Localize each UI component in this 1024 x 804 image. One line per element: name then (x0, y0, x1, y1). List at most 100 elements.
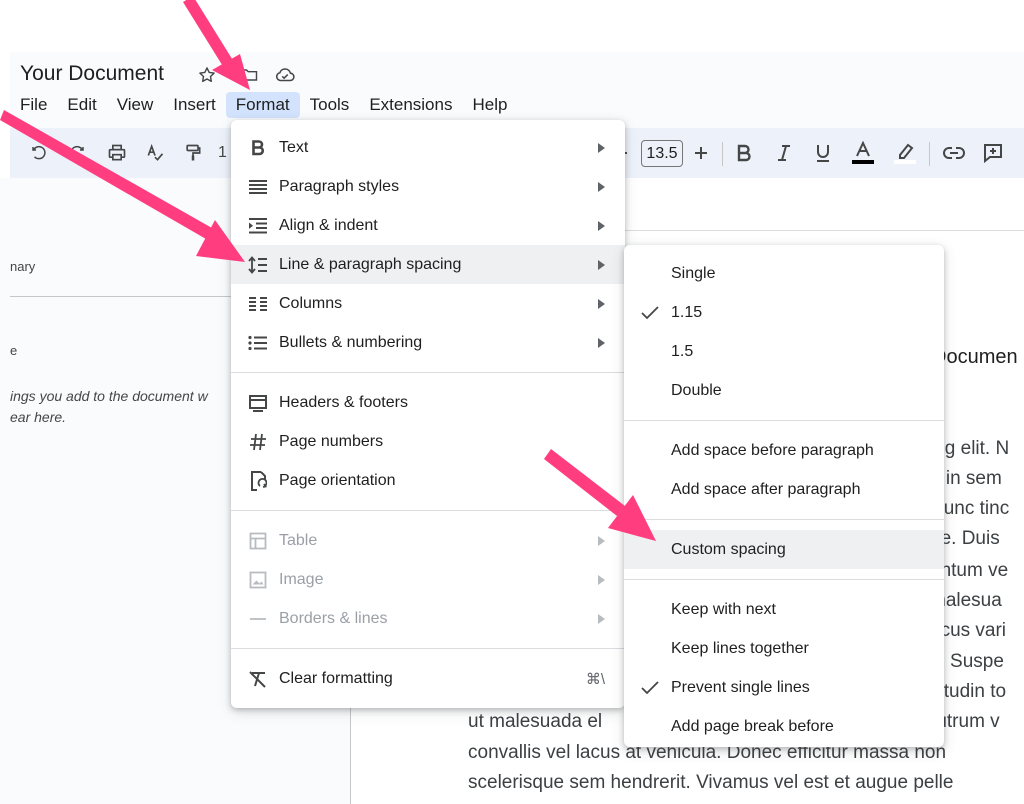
line-spacing-submenu: Single 1.15 1.5 Double Add space before … (624, 245, 944, 747)
menu-extensions[interactable]: Extensions (359, 92, 462, 118)
submenu-item-single[interactable]: Single (624, 254, 944, 293)
menu-item-page-numbers[interactable]: Page numbers (231, 422, 625, 461)
submenu-item-label: Keep with next (671, 600, 776, 618)
menu-item-line-paragraph-spacing[interactable]: Line & paragraph spacing (231, 245, 625, 284)
menu-help[interactable]: Help (462, 92, 517, 118)
submenu-item-prevent-single-lines[interactable]: Prevent single lines (624, 668, 944, 707)
image-icon (247, 569, 269, 591)
menu-tools[interactable]: Tools (300, 92, 360, 118)
menu-item-label: Text (279, 138, 309, 156)
submenu-item-1-15[interactable]: 1.15 (624, 293, 944, 332)
menu-item-page-orientation[interactable]: Page orientation (231, 461, 625, 500)
menu-item-table[interactable]: Table (231, 521, 625, 560)
print-icon[interactable] (104, 140, 130, 166)
toolbar-divider (722, 142, 723, 166)
submenu-item-keep-with-next[interactable]: Keep with next (624, 590, 944, 629)
submenu-item-custom-spacing[interactable]: Custom spacing (624, 530, 944, 569)
submenu-item-double[interactable]: Double (624, 371, 944, 410)
submenu-item-space-after[interactable]: Add space after paragraph (624, 470, 944, 509)
menu-edit[interactable]: Edit (57, 92, 106, 118)
submenu-arrow-icon (598, 220, 605, 231)
submenu-item-page-break-before[interactable]: Add page break before (624, 707, 944, 746)
font-size-input[interactable]: 13.5 (641, 140, 683, 167)
submenu-arrow-icon (598, 535, 605, 546)
menu-item-headers-footers[interactable]: Headers & footers (231, 383, 625, 422)
borders-icon (247, 608, 269, 630)
menu-item-label: Borders & lines (279, 609, 388, 627)
menu-item-bullets-numbering[interactable]: Bullets & numbering (231, 323, 625, 362)
submenu-item-keep-lines-together[interactable]: Keep lines together (624, 629, 944, 668)
menu-separator (231, 648, 625, 649)
submenu-item-label: Custom spacing (671, 540, 786, 558)
submenu-item-label: 1.15 (671, 303, 703, 321)
bold-icon (247, 137, 269, 159)
menu-item-image[interactable]: Image (231, 560, 625, 599)
star-icon[interactable] (196, 64, 218, 86)
menu-item-text[interactable]: Text (231, 128, 625, 167)
menu-bar: File Edit View Insert Format Tools Exten… (10, 92, 517, 118)
top-band (0, 0, 1024, 52)
submenu-item-label: Single (671, 264, 716, 282)
menu-item-label: Headers & footers (279, 393, 408, 411)
body-text-line: ut malesuada el (468, 711, 603, 732)
submenu-arrow-icon (598, 259, 605, 270)
submenu-item-label: Double (671, 381, 722, 399)
bold-icon[interactable] (731, 140, 757, 166)
submenu-item-space-before[interactable]: Add space before paragraph (624, 431, 944, 470)
hash-icon (247, 431, 269, 453)
keyboard-shortcut: ⌘\ (585, 670, 605, 688)
submenu-item-label: Add space after paragraph (671, 480, 861, 498)
menu-separator (231, 372, 625, 373)
highlight-color-icon[interactable] (892, 140, 918, 166)
cloud-saved-icon[interactable] (274, 64, 296, 86)
submenu-arrow-icon (598, 574, 605, 585)
columns-icon (247, 293, 269, 315)
menu-item-borders-lines[interactable]: Borders & lines (231, 599, 625, 638)
outline-empty-hint: ings you add to the document w ear here. (10, 386, 250, 428)
menu-item-paragraph-styles[interactable]: Paragraph styles (231, 167, 625, 206)
menu-separator (624, 579, 944, 580)
menu-item-label: Columns (279, 294, 343, 312)
redo-icon[interactable] (64, 140, 90, 166)
indent-icon (247, 215, 269, 237)
italic-icon[interactable] (771, 140, 797, 166)
underline-icon[interactable] (810, 140, 836, 166)
text-color-icon[interactable] (850, 140, 876, 166)
submenu-item-1-5[interactable]: 1.5 (624, 332, 944, 371)
undo-icon[interactable] (26, 140, 52, 166)
clear-formatting-icon (247, 668, 269, 690)
page-orientation-icon (247, 470, 269, 492)
menu-view[interactable]: View (107, 92, 164, 118)
header-footer-icon (247, 392, 269, 414)
outline-tab-label[interactable]: nary (10, 259, 35, 274)
menu-item-clear-formatting[interactable]: Clear formatting ⌘\ (231, 659, 625, 698)
submenu-arrow-icon (598, 613, 605, 624)
submenu-arrow-icon (598, 337, 605, 348)
submenu-item-label: Prevent single lines (671, 678, 810, 696)
paint-format-icon[interactable] (180, 140, 206, 166)
table-icon (247, 530, 269, 552)
menu-item-align-indent[interactable]: Align & indent (231, 206, 625, 245)
insert-link-icon[interactable] (941, 140, 967, 166)
move-to-folder-icon[interactable] (238, 64, 260, 86)
menu-item-label: Page numbers (279, 432, 384, 450)
menu-item-columns[interactable]: Columns (231, 284, 625, 323)
menu-separator (624, 519, 944, 520)
paragraph-styles-icon (247, 176, 269, 198)
add-comment-icon[interactable] (980, 140, 1006, 166)
menu-item-label: Line & paragraph spacing (279, 255, 462, 273)
line-spacing-icon (247, 254, 269, 276)
menu-item-label: Clear formatting (279, 669, 393, 687)
menu-format[interactable]: Format (225, 92, 300, 118)
menu-file[interactable]: File (10, 92, 57, 118)
menu-item-label: Table (279, 531, 318, 549)
document-title[interactable]: Your Document (20, 62, 164, 86)
outline-heading-label: e (10, 343, 18, 358)
spellcheck-icon[interactable] (142, 140, 168, 166)
format-menu: Text Paragraph styles Align & indent Lin… (231, 120, 625, 708)
google-docs-window: Your Document File Edit View Insert Form… (0, 0, 1024, 804)
submenu-arrow-icon (598, 181, 605, 192)
submenu-item-label: Add space before paragraph (671, 441, 874, 459)
increase-font-size-icon[interactable] (688, 140, 714, 166)
menu-insert[interactable]: Insert (163, 92, 226, 118)
